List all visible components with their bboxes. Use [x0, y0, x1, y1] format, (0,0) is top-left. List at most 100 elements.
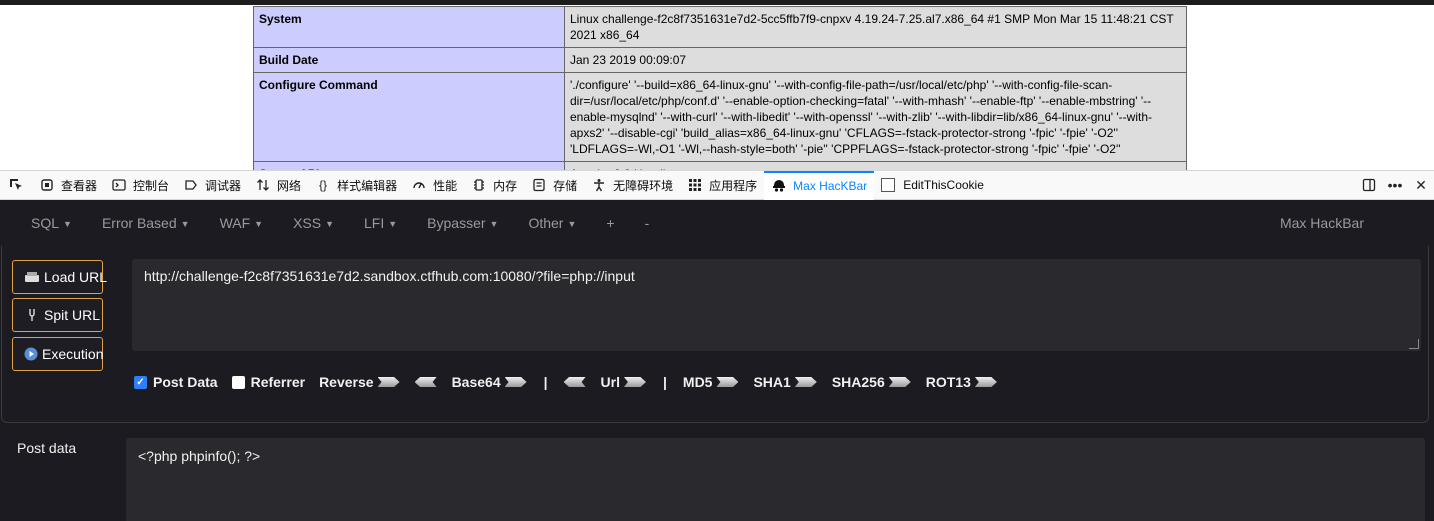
element-picker-button[interactable] [0, 171, 32, 199]
performance-icon [411, 177, 427, 193]
memory-icon [471, 177, 487, 193]
caret-down-icon: ▼ [489, 219, 499, 230]
menu-label: Bypasser [427, 215, 486, 231]
separator: | [543, 374, 548, 390]
execution-button[interactable]: Execution [12, 337, 103, 371]
element-picker-icon [8, 177, 24, 193]
console-icon [111, 177, 127, 193]
style-editor-icon: {} [319, 178, 328, 192]
base64-encode-arrow-icon[interactable] [504, 377, 527, 387]
table-row: System Linux challenge-f2c8f7351631e7d2-… [253, 6, 1187, 48]
row-key: Server API [253, 161, 565, 170]
tab-console[interactable]: 控制台 [104, 171, 176, 199]
url-input[interactable]: http://challenge-f2c8f7351631e7d2.sandbo… [132, 259, 1421, 351]
hackbar-panel: SQL ▼ Error Based ▼ WAF ▼ XSS ▼ LFI ▼ Bypasse… [0, 200, 1434, 521]
menu-other[interactable]: Other ▼ [513, 215, 591, 231]
load-url-label: Load URL [44, 269, 108, 285]
post-data-checkbox[interactable]: ✓ [134, 375, 147, 389]
url-encode-arrow-icon[interactable] [623, 377, 646, 387]
menu-bypasser[interactable]: Bypasser ▼ [412, 215, 513, 231]
menu-xss[interactable]: XSS ▼ [278, 215, 349, 231]
resize-handle-icon[interactable] [1409, 339, 1419, 349]
page-top-border [0, 0, 1434, 5]
post-data-input[interactable]: <?php phpinfo(); ?> [126, 438, 1425, 521]
hackbar-options: ✓ Post Data Referrer Reverse Base64 | Ur… [134, 372, 1012, 392]
md5-arrow-icon[interactable] [716, 377, 739, 387]
phpinfo-page: System Linux challenge-f2c8f7351631e7d2-… [0, 0, 1434, 170]
menu-waf[interactable]: WAF ▼ [205, 215, 279, 231]
inspector-icon [39, 177, 55, 193]
tab-memory[interactable]: 内存 [464, 171, 524, 199]
sha1-label: SHA1 [753, 374, 791, 390]
arrow-right-icon[interactable] [377, 377, 400, 387]
menu-error-based[interactable]: Error Based ▼ [87, 215, 205, 231]
rot13-arrow-icon[interactable] [974, 377, 997, 387]
tab-editthiscookie[interactable]: EditThisCookie [874, 171, 991, 199]
caret-down-icon: ▼ [63, 219, 72, 230]
menu-label: LFI [364, 215, 385, 231]
row-key: Build Date [253, 47, 565, 73]
close-icon[interactable]: ✕ [1408, 171, 1434, 199]
caret-down-icon: ▼ [388, 219, 398, 230]
tab-application[interactable]: 应用程序 [680, 171, 764, 199]
caret-down-icon: ▼ [180, 219, 190, 230]
menu-add-button[interactable]: + [591, 215, 629, 231]
tab-debugger[interactable]: 调试器 [176, 171, 248, 199]
execution-label: Execution [42, 346, 104, 362]
menu-lfi[interactable]: LFI ▼ [349, 215, 412, 231]
phpinfo-table: System Linux challenge-f2c8f7351631e7d2-… [253, 6, 1187, 170]
storage-icon [531, 177, 547, 193]
tab-label: 应用程序 [709, 178, 758, 193]
tab-accessibility[interactable]: 无障碍环境 [584, 171, 680, 199]
tab-label: 控制台 [133, 178, 170, 193]
url-decode-arrow-icon[interactable] [563, 377, 586, 387]
play-icon [24, 346, 38, 362]
table-row: Server API Apache 2.0 Handler [253, 161, 1187, 170]
url-label: Url [600, 374, 620, 390]
sha256-label: SHA256 [831, 374, 885, 390]
row-key: Configure Command [253, 72, 565, 162]
row-key: System [253, 6, 565, 48]
referrer-label: Referrer [250, 374, 306, 390]
load-url-button[interactable]: Load URL [12, 260, 107, 294]
menu-label: WAF [219, 215, 251, 231]
menu-label: XSS [293, 215, 322, 231]
tab-max-hackbar[interactable]: Max HacKBar [764, 170, 875, 200]
table-row: Build Date Jan 23 2019 00:09:07 [253, 47, 1187, 73]
tab-label: 网络 [277, 178, 302, 193]
sha1-arrow-icon[interactable] [794, 377, 817, 387]
network-icon [255, 177, 271, 193]
tab-performance[interactable]: 性能 [404, 171, 464, 199]
arrow-left-icon[interactable] [414, 377, 437, 387]
tab-inspector[interactable]: 查看器 [32, 171, 104, 199]
split-url-button[interactable]: Spit URL [12, 298, 103, 332]
cookie-checkbox-icon [881, 178, 896, 192]
md5-label: MD5 [682, 374, 713, 390]
devtools-controls: ••• ✕ [1356, 171, 1434, 199]
row-value: './configure' '--build=x86_64-linux-gnu'… [564, 72, 1187, 162]
table-row: Configure Command './configure' '--build… [253, 72, 1187, 162]
base64-label: Base64 [451, 374, 501, 390]
more-options-icon[interactable]: ••• [1382, 171, 1408, 199]
post-data-label: Post Data [153, 374, 218, 390]
menu-label: Error Based [101, 215, 177, 231]
referrer-checkbox[interactable] [231, 375, 245, 389]
tab-style-editor[interactable]: {} 样式编辑器 [308, 171, 404, 199]
rot13-label: ROT13 [925, 374, 971, 390]
menu-remove-button[interactable]: - [630, 215, 665, 231]
tab-storage[interactable]: 存储 [524, 171, 584, 199]
tab-network[interactable]: 网络 [248, 171, 308, 199]
post-data-value: <?php phpinfo(); ?> [138, 448, 261, 464]
tab-label: 样式编辑器 [337, 178, 398, 193]
hackbar-menu: SQL ▼ Error Based ▼ WAF ▼ XSS ▼ LFI ▼ Bypasse… [0, 200, 1434, 246]
tab-label: EditThisCookie [903, 178, 984, 192]
row-value: Linux challenge-f2c8f7351631e7d2-5cc5ffb… [564, 6, 1187, 48]
tab-label: 内存 [493, 178, 518, 193]
hackbar-icon [771, 178, 787, 194]
dock-side-icon[interactable] [1356, 171, 1382, 199]
separator: | [662, 374, 667, 390]
menu-sql[interactable]: SQL ▼ [0, 215, 87, 231]
reverse-button[interactable]: Reverse [319, 374, 374, 390]
sha256-arrow-icon[interactable] [888, 377, 911, 387]
menu-label: SQL [31, 215, 60, 231]
